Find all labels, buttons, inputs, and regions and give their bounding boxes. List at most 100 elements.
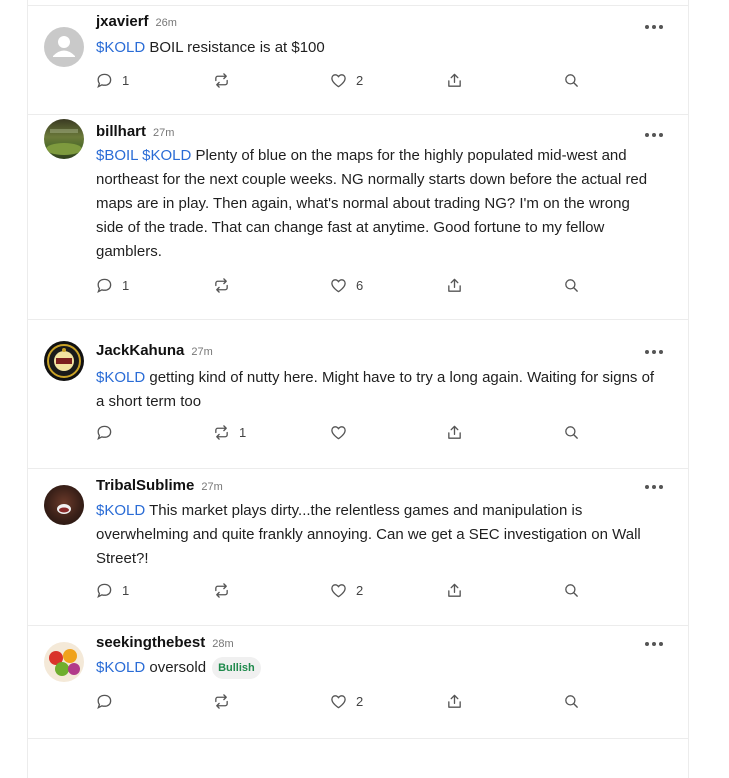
- more-options-icon[interactable]: [645, 483, 663, 491]
- search-button[interactable]: [563, 580, 580, 600]
- landscape-avatar[interactable]: [44, 119, 84, 159]
- post-actions: 1 6: [96, 275, 616, 295]
- reshare-icon: [215, 72, 228, 88]
- like-button[interactable]: [330, 422, 356, 442]
- share-button[interactable]: [446, 691, 463, 711]
- face-image: [57, 504, 71, 514]
- post-actions: 1 2: [96, 580, 616, 600]
- message-feed: jxavierf 26m $KOLD BOIL resistance is at…: [27, 0, 689, 778]
- timestamp[interactable]: 27m: [201, 481, 222, 493]
- share-icon: [448, 583, 461, 597]
- like-button[interactable]: 6: [330, 275, 363, 295]
- post-text: oversold: [145, 659, 207, 676]
- more-options-icon[interactable]: [645, 23, 663, 31]
- share-button[interactable]: [446, 275, 463, 295]
- reply-count: 1: [122, 72, 130, 88]
- post-actions: 1 2: [96, 70, 616, 90]
- heart-icon: [331, 425, 346, 439]
- reply-count: 1: [122, 582, 130, 598]
- reply-button[interactable]: 1: [96, 70, 129, 90]
- like-count: 2: [356, 693, 364, 709]
- search-button[interactable]: [563, 422, 580, 442]
- timestamp[interactable]: 28m: [212, 638, 233, 650]
- reshare-icon: [215, 693, 228, 709]
- reply-icon: [97, 73, 112, 88]
- reply-button[interactable]: 1: [96, 275, 129, 295]
- username[interactable]: billhart: [96, 123, 146, 140]
- search-icon: [565, 425, 578, 439]
- search-button[interactable]: [563, 691, 580, 711]
- reshare-button[interactable]: [213, 275, 239, 295]
- more-options-icon[interactable]: [645, 131, 663, 139]
- more-options-icon[interactable]: [645, 640, 663, 648]
- post-text: BOIL resistance is at $100: [145, 39, 325, 56]
- fruit-avatar[interactable]: [44, 642, 84, 682]
- like-button[interactable]: 2: [330, 580, 363, 600]
- sentiment-badge: Bullish: [212, 657, 261, 680]
- reshare-icon: [215, 277, 228, 293]
- post-body: $KOLD This market plays dirty...the rele…: [96, 499, 656, 571]
- default-avatar[interactable]: [44, 27, 84, 67]
- like-button[interactable]: 2: [330, 691, 363, 711]
- reshare-count: 1: [239, 424, 247, 440]
- cashtag-link[interactable]: $KOLD: [142, 147, 191, 164]
- post-text: This market plays dirty...the relentless…: [96, 502, 641, 567]
- like-count: 6: [356, 277, 364, 293]
- share-icon: [448, 425, 461, 439]
- cashtag-link[interactable]: $KOLD: [96, 502, 145, 519]
- share-button[interactable]: [446, 70, 463, 90]
- post-body: $KOLD getting kind of nutty here. Might …: [96, 366, 656, 414]
- reshare-button[interactable]: [213, 580, 239, 600]
- cashtag-link[interactable]: $BOIL: [96, 147, 138, 164]
- post-header: jxavierf 26m: [96, 13, 177, 33]
- search-button[interactable]: [563, 275, 580, 295]
- more-options-icon[interactable]: [645, 348, 663, 356]
- reshare-icon: [215, 424, 228, 440]
- person-icon: [53, 36, 75, 57]
- search-button[interactable]: [563, 70, 580, 90]
- username[interactable]: jxavierf: [96, 13, 149, 30]
- message-post[interactable]: jxavierf 26m $KOLD BOIL resistance is at…: [28, 5, 688, 128]
- post-header: seekingthebest 28m: [96, 634, 234, 654]
- reply-count: 1: [122, 277, 130, 293]
- like-button[interactable]: 2: [330, 70, 363, 90]
- post-body: $BOIL $KOLD Plenty of blue on the maps f…: [96, 144, 658, 264]
- cashtag-link[interactable]: $KOLD: [96, 369, 145, 386]
- badge-logo-avatar[interactable]: [44, 341, 84, 381]
- heart-icon: [331, 73, 346, 87]
- post-text: getting kind of nutty here. Might have t…: [96, 369, 655, 410]
- message-post[interactable]: seekingthebest 28m $KOLD oversold Bullish…: [28, 625, 688, 739]
- post-header: JackKahuna 27m: [96, 342, 213, 362]
- reply-button[interactable]: 1: [96, 580, 129, 600]
- reply-button[interactable]: [96, 691, 122, 711]
- username[interactable]: seekingthebest: [96, 634, 205, 651]
- reply-button[interactable]: [96, 422, 122, 442]
- reshare-button[interactable]: [213, 70, 239, 90]
- share-icon: [448, 694, 461, 708]
- post-body: $KOLD oversold Bullish: [96, 656, 656, 680]
- timestamp[interactable]: 26m: [156, 17, 177, 29]
- share-icon: [448, 278, 461, 292]
- fruit-image: [49, 649, 80, 676]
- message-post[interactable]: billhart 27m $BOIL $KOLD Plenty of blue …: [28, 114, 688, 320]
- reshare-icon: [215, 582, 228, 598]
- heart-icon: [331, 583, 346, 597]
- post-body: $KOLD BOIL resistance is at $100: [96, 36, 656, 60]
- reshare-button[interactable]: [213, 691, 239, 711]
- landscape-image: [46, 129, 82, 155]
- timestamp[interactable]: 27m: [191, 346, 212, 358]
- message-post[interactable]: JackKahuna 27m $KOLD getting kind of nut…: [28, 319, 688, 469]
- share-button[interactable]: [446, 422, 463, 442]
- cashtag-link[interactable]: $KOLD: [96, 39, 145, 56]
- share-button[interactable]: [446, 580, 463, 600]
- reshare-button[interactable]: 1: [213, 422, 246, 442]
- message-post[interactable]: TribalSublime 27m $KOLD This market play…: [28, 468, 688, 626]
- search-icon: [565, 694, 578, 708]
- post-header: TribalSublime 27m: [96, 477, 223, 497]
- face-avatar[interactable]: [44, 485, 84, 525]
- username[interactable]: TribalSublime: [96, 477, 194, 494]
- cashtag-link[interactable]: $KOLD: [96, 659, 145, 676]
- username[interactable]: JackKahuna: [96, 342, 184, 359]
- timestamp[interactable]: 27m: [153, 127, 174, 139]
- badge-logo-image: [47, 344, 81, 378]
